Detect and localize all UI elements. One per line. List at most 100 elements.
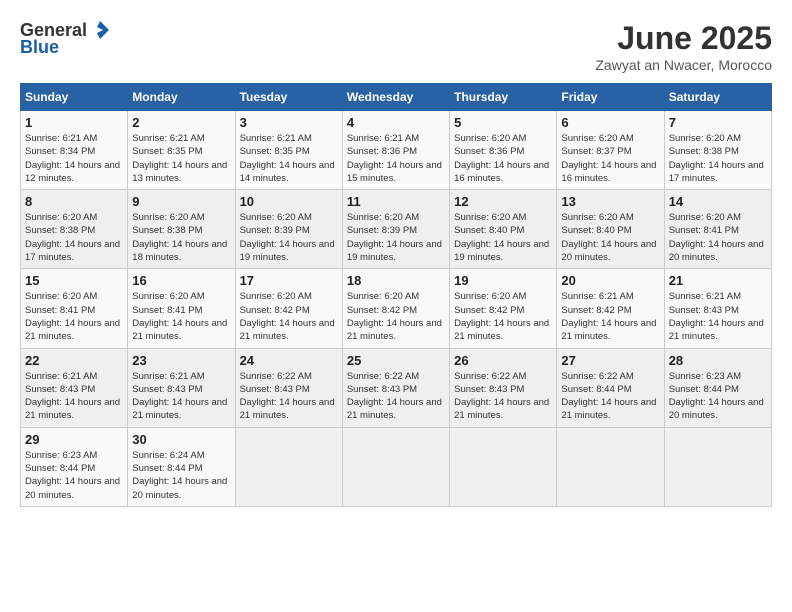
daylight-text: Daylight: 14 hours and 20 minutes. [561,238,659,265]
col-monday: Monday [128,84,235,111]
col-saturday: Saturday [664,84,771,111]
day-number: 1 [25,115,123,130]
calendar-day-cell: 30Sunrise: 6:24 AMSunset: 8:44 PMDayligh… [128,427,235,506]
day-number: 19 [454,273,552,288]
col-sunday: Sunday [21,84,128,111]
sunset-text: Sunset: 8:44 PM [132,462,230,475]
sunrise-text: Sunrise: 6:22 AM [347,370,445,383]
day-detail: Sunrise: 6:21 AMSunset: 8:42 PMDaylight:… [561,290,659,343]
daylight-text: Daylight: 14 hours and 17 minutes. [25,238,123,265]
day-detail: Sunrise: 6:21 AMSunset: 8:43 PMDaylight:… [669,290,767,343]
daylight-text: Daylight: 14 hours and 21 minutes. [240,396,338,423]
sunrise-text: Sunrise: 6:22 AM [454,370,552,383]
sunset-text: Sunset: 8:42 PM [454,304,552,317]
day-number: 10 [240,194,338,209]
sunrise-text: Sunrise: 6:20 AM [454,290,552,303]
day-detail: Sunrise: 6:20 AMSunset: 8:39 PMDaylight:… [240,211,338,264]
sunrise-text: Sunrise: 6:21 AM [669,290,767,303]
sunset-text: Sunset: 8:40 PM [561,224,659,237]
day-number: 11 [347,194,445,209]
day-detail: Sunrise: 6:20 AMSunset: 8:40 PMDaylight:… [561,211,659,264]
sunrise-text: Sunrise: 6:20 AM [25,290,123,303]
sunset-text: Sunset: 8:35 PM [240,145,338,158]
day-number: 14 [669,194,767,209]
calendar-day-cell: 21 Sunrise: 6:21 AMSunset: 8:43 PMDayligh… [664,269,771,348]
sunrise-text: Sunrise: 6:22 AM [240,370,338,383]
daylight-text: Daylight: 14 hours and 21 minutes. [25,396,123,423]
daylight-text: Daylight: 14 hours and 21 minutes. [561,396,659,423]
sunset-text: Sunset: 8:43 PM [132,383,230,396]
logo-blue-text: Blue [20,37,59,58]
day-number: 15 [25,273,123,288]
calendar-day-cell: 23Sunrise: 6:21 AMSunset: 8:43 PMDayligh… [128,348,235,427]
day-detail: Sunrise: 6:22 AMSunset: 8:43 PMDaylight:… [454,370,552,423]
calendar-day-cell: 22Sunrise: 6:21 AMSunset: 8:43 PMDayligh… [21,348,128,427]
calendar-day-cell: 15Sunrise: 6:20 AMSunset: 8:41 PMDayligh… [21,269,128,348]
day-detail: Sunrise: 6:20 AMSunset: 8:42 PMDaylight:… [347,290,445,343]
calendar-day-cell: 9Sunrise: 6:20 AMSunset: 8:38 PMDaylight… [128,190,235,269]
sunrise-text: Sunrise: 6:20 AM [240,290,338,303]
day-detail: Sunrise: 6:20 AMSunset: 8:37 PMDaylight:… [561,132,659,185]
sunset-text: Sunset: 8:38 PM [669,145,767,158]
daylight-text: Daylight: 14 hours and 15 minutes. [347,159,445,186]
calendar-day-cell: 5Sunrise: 6:20 AMSunset: 8:36 PMDaylight… [450,111,557,190]
sunset-text: Sunset: 8:43 PM [25,383,123,396]
day-detail: Sunrise: 6:22 AMSunset: 8:43 PMDaylight:… [347,370,445,423]
calendar-day-cell: 17 Sunrise: 6:20 AMSunset: 8:42 PMDayligh… [235,269,342,348]
sunrise-text: Sunrise: 6:22 AM [561,370,659,383]
sunrise-text: Sunrise: 6:24 AM [132,449,230,462]
day-number: 7 [669,115,767,130]
day-number: 30 [132,432,230,447]
calendar-day-cell: 10 Sunrise: 6:20 AMSunset: 8:39 PMDayligh… [235,190,342,269]
day-number: 13 [561,194,659,209]
logo-icon [89,19,111,41]
calendar-day-cell: 1Sunrise: 6:21 AMSunset: 8:34 PMDaylight… [21,111,128,190]
day-number: 6 [561,115,659,130]
day-number: 26 [454,353,552,368]
sunrise-text: Sunrise: 6:21 AM [561,290,659,303]
day-number: 17 [240,273,338,288]
sunset-text: Sunset: 8:36 PM [454,145,552,158]
daylight-text: Daylight: 14 hours and 20 minutes. [25,475,123,502]
day-detail: Sunrise: 6:22 AMSunset: 8:44 PMDaylight:… [561,370,659,423]
col-thursday: Thursday [450,84,557,111]
daylight-text: Daylight: 14 hours and 18 minutes. [132,238,230,265]
daylight-text: Daylight: 14 hours and 13 minutes. [132,159,230,186]
calendar-day-cell: 18Sunrise: 6:20 AMSunset: 8:42 PMDayligh… [342,269,449,348]
calendar-day-cell: 4Sunrise: 6:21 AMSunset: 8:36 PMDaylight… [342,111,449,190]
sunset-text: Sunset: 8:42 PM [240,304,338,317]
calendar-week-4: 22Sunrise: 6:21 AMSunset: 8:43 PMDayligh… [21,348,772,427]
day-detail: Sunrise: 6:20 AMSunset: 8:42 PMDaylight:… [454,290,552,343]
sunset-text: Sunset: 8:43 PM [240,383,338,396]
calendar-day-cell [450,427,557,506]
title-area: June 2025 Zawyat an Nwacer, Morocco [595,20,772,73]
sunrise-text: Sunrise: 6:21 AM [25,370,123,383]
sunset-text: Sunset: 8:37 PM [561,145,659,158]
calendar-week-5: 29Sunrise: 6:23 AMSunset: 8:44 PMDayligh… [21,427,772,506]
day-number: 3 [240,115,338,130]
sunset-text: Sunset: 8:39 PM [240,224,338,237]
calendar-day-cell: 14Sunrise: 6:20 AMSunset: 8:41 PMDayligh… [664,190,771,269]
sunset-text: Sunset: 8:42 PM [561,304,659,317]
sunset-text: Sunset: 8:40 PM [454,224,552,237]
sunset-text: Sunset: 8:38 PM [132,224,230,237]
day-detail: Sunrise: 6:20 AMSunset: 8:42 PMDaylight:… [240,290,338,343]
day-detail: Sunrise: 6:20 AMSunset: 8:36 PMDaylight:… [454,132,552,185]
sunset-text: Sunset: 8:34 PM [25,145,123,158]
sunrise-text: Sunrise: 6:20 AM [132,290,230,303]
sunset-text: Sunset: 8:44 PM [669,383,767,396]
calendar-day-cell: 8Sunrise: 6:20 AMSunset: 8:38 PMDaylight… [21,190,128,269]
sunset-text: Sunset: 8:35 PM [132,145,230,158]
day-detail: Sunrise: 6:20 AMSunset: 8:41 PMDaylight:… [132,290,230,343]
sunset-text: Sunset: 8:42 PM [347,304,445,317]
col-wednesday: Wednesday [342,84,449,111]
day-number: 2 [132,115,230,130]
day-number: 20 [561,273,659,288]
daylight-text: Daylight: 14 hours and 21 minutes. [347,317,445,344]
calendar-day-cell: 19 Sunrise: 6:20 AMSunset: 8:42 PMDayligh… [450,269,557,348]
sunset-text: Sunset: 8:43 PM [347,383,445,396]
day-number: 21 [669,273,767,288]
daylight-text: Daylight: 14 hours and 20 minutes. [669,238,767,265]
calendar-day-cell: 20 Sunrise: 6:21 AMSunset: 8:42 PMDayligh… [557,269,664,348]
calendar-day-cell: 3Sunrise: 6:21 AMSunset: 8:35 PMDaylight… [235,111,342,190]
